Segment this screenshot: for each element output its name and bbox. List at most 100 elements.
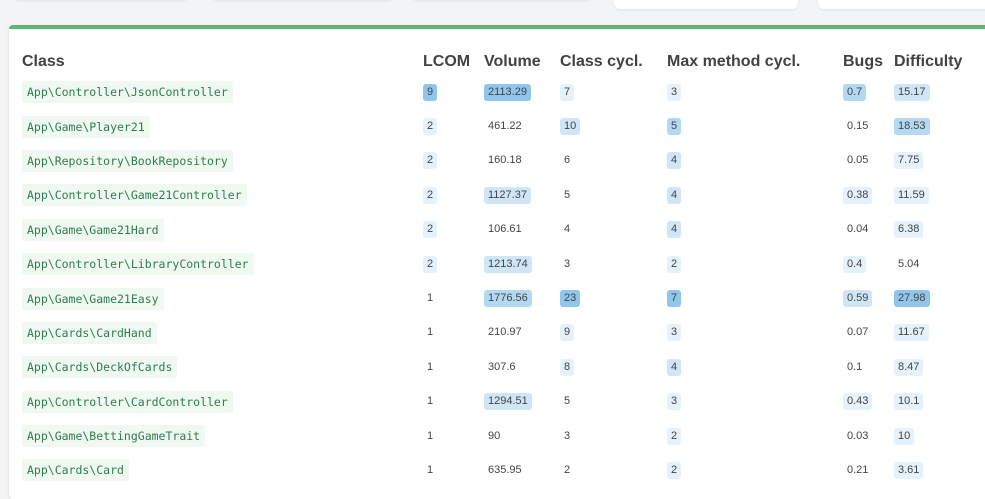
max-method-cycl-value: 4 — [667, 221, 682, 239]
class-name-link[interactable]: App\Controller\CardController — [22, 390, 233, 413]
max-method-cycl-cell: 3 — [667, 316, 843, 350]
column-header-volume[interactable]: Volume — [484, 49, 560, 75]
max-method-cycl-cell: 2 — [667, 453, 843, 487]
class-cell: App\Game\BettingGameTrait — [22, 419, 423, 453]
bugs-cell: 0.04 — [843, 213, 894, 247]
column-header-max-method-cycl[interactable]: Max method cycl. — [667, 49, 843, 75]
table-row: App\Controller\Game21Controller 2 1127.37 5… — [22, 178, 974, 212]
class-metrics-table: Class LCOM Volume Class cycl. Max method… — [22, 49, 974, 488]
difficulty-value: 15.17 — [894, 83, 930, 101]
class-name-link[interactable]: App\Game\Player21 — [22, 115, 150, 138]
difficulty-cell: 6.38 — [894, 213, 974, 247]
class-cycl-cell: 7 — [560, 75, 667, 109]
difficulty-cell: 18.53 — [894, 109, 974, 143]
bugs-value: 0.59 — [843, 290, 873, 308]
class-cell: App\Cards\Card — [22, 453, 423, 487]
max-method-cycl-value: 4 — [667, 186, 682, 204]
volume-value: 1294.51 — [484, 393, 532, 411]
class-name-link[interactable]: App\Controller\LibraryController — [22, 253, 254, 276]
class-cycl-cell: 2 — [560, 453, 667, 487]
table-row: App\Game\Game21Easy 1 1776.56 23 7 0.59 27.98 — [22, 281, 974, 315]
class-name-link[interactable]: App\Game\Game21Hard — [22, 218, 164, 241]
class-cell: App\Controller\JsonController — [22, 75, 423, 109]
lcom-cell: 1 — [423, 453, 484, 487]
difficulty-value: 10.1 — [894, 393, 924, 411]
bugs-value: 0.05 — [847, 154, 869, 167]
class-name-link[interactable]: App\Cards\CardHand — [22, 321, 157, 344]
difficulty-value: 27.98 — [894, 290, 930, 308]
class-cell: App\Cards\CardHand — [22, 316, 423, 350]
class-name-link[interactable]: App\Controller\Game21Controller — [22, 184, 247, 207]
difficulty-value: 8.47 — [894, 358, 924, 376]
class-name-link[interactable]: App\Controller\JsonController — [22, 81, 233, 104]
class-cycl-cell: 5 — [560, 385, 667, 419]
difficulty-cell: 10.1 — [894, 385, 974, 419]
lcom-cell: 2 — [423, 144, 484, 178]
volume-value: 106.61 — [488, 223, 522, 236]
table-header-row: Class LCOM Volume Class cycl. Max method… — [22, 49, 974, 75]
max-method-cycl-cell: 3 — [667, 75, 843, 109]
lcom-cell: 1 — [423, 316, 484, 350]
class-cycl-cell: 23 — [560, 281, 667, 315]
class-cycl-cell: 5 — [560, 178, 667, 212]
bugs-value: 0.21 — [847, 463, 869, 476]
max-method-cycl-cell: 4 — [667, 178, 843, 212]
difficulty-value: 3.61 — [894, 461, 924, 479]
column-header-class-cycl[interactable]: Class cycl. — [560, 49, 667, 75]
class-name-link[interactable]: App\Cards\DeckOfCards — [22, 356, 178, 379]
class-cell: App\Game\Game21Easy — [22, 281, 423, 315]
bugs-value: 0.4 — [843, 255, 867, 273]
max-method-cycl-value: 3 — [667, 393, 682, 411]
column-header-bugs[interactable]: Bugs — [843, 49, 894, 75]
class-cycl-value: 3 — [564, 257, 571, 270]
difficulty-cell: 27.98 — [894, 281, 974, 315]
class-name-link[interactable]: App\Game\Game21Easy — [22, 287, 164, 310]
volume-cell: 210.97 — [484, 316, 560, 350]
class-cycl-value: 5 — [564, 188, 571, 201]
max-method-cycl-value: 4 — [667, 358, 682, 376]
volume-cell: 635.95 — [484, 453, 560, 487]
bugs-cell: 0.05 — [843, 144, 894, 178]
column-header-class[interactable]: Class — [22, 49, 423, 75]
table-row: App\Cards\CardHand 1 210.97 9 3 0.07 11.67 — [22, 316, 974, 350]
difficulty-value: 7.75 — [894, 152, 924, 170]
difficulty-value: 6.38 — [894, 221, 924, 239]
volume-cell: 1294.51 — [484, 385, 560, 419]
bugs-value: 0.1 — [847, 360, 863, 373]
bugs-cell: 0.38 — [843, 178, 894, 212]
lcom-value: 1 — [427, 395, 434, 408]
bugs-cell: 0.43 — [843, 385, 894, 419]
table-row: App\Controller\JsonController 9 2113.29 7 3 0… — [22, 75, 974, 109]
column-header-difficulty[interactable]: Difficulty — [894, 49, 974, 75]
volume-value: 90 — [488, 429, 501, 442]
bugs-cell: 0.7 — [843, 75, 894, 109]
volume-value: 1213.74 — [484, 255, 532, 273]
class-name-link[interactable]: App\Game\BettingGameTrait — [22, 425, 206, 448]
class-name-link[interactable]: App\Cards\Card — [22, 459, 129, 482]
lcom-value: 1 — [427, 326, 434, 339]
lcom-cell: 1 — [423, 385, 484, 419]
volume-value: 210.97 — [488, 326, 522, 339]
summary-card — [818, 0, 985, 9]
class-cycl-cell: 3 — [560, 247, 667, 281]
max-method-cycl-value: 3 — [667, 83, 682, 101]
max-method-cycl-cell: 4 — [667, 144, 843, 178]
table-row: App\Controller\CardController 1 1294.51 5 3 0… — [22, 385, 974, 419]
bugs-value: 0.38 — [843, 186, 873, 204]
lcom-cell: 2 — [423, 178, 484, 212]
table-row: App\Game\Player21 2 461.22 10 5 0.15 18.53 — [22, 109, 974, 143]
class-cell: App\Game\Game21Hard — [22, 213, 423, 247]
difficulty-cell: 3.61 — [894, 453, 974, 487]
max-method-cycl-cell: 2 — [667, 247, 843, 281]
class-cell: App\Game\Player21 — [22, 109, 423, 143]
volume-cell: 106.61 — [484, 213, 560, 247]
bugs-value: 0.07 — [847, 326, 869, 339]
lcom-value: 1 — [427, 360, 434, 373]
lcom-value: 2 — [423, 221, 438, 239]
volume-value: 1127.37 — [484, 186, 531, 204]
class-name-link[interactable]: App\Repository\BookRepository — [22, 149, 233, 172]
table-row: App\Cards\Card 1 635.95 2 2 0.21 3.61 — [22, 453, 974, 487]
column-header-lcom[interactable]: LCOM — [423, 49, 484, 75]
volume-value: 635.95 — [488, 463, 522, 476]
lcom-cell: 2 — [423, 109, 484, 143]
